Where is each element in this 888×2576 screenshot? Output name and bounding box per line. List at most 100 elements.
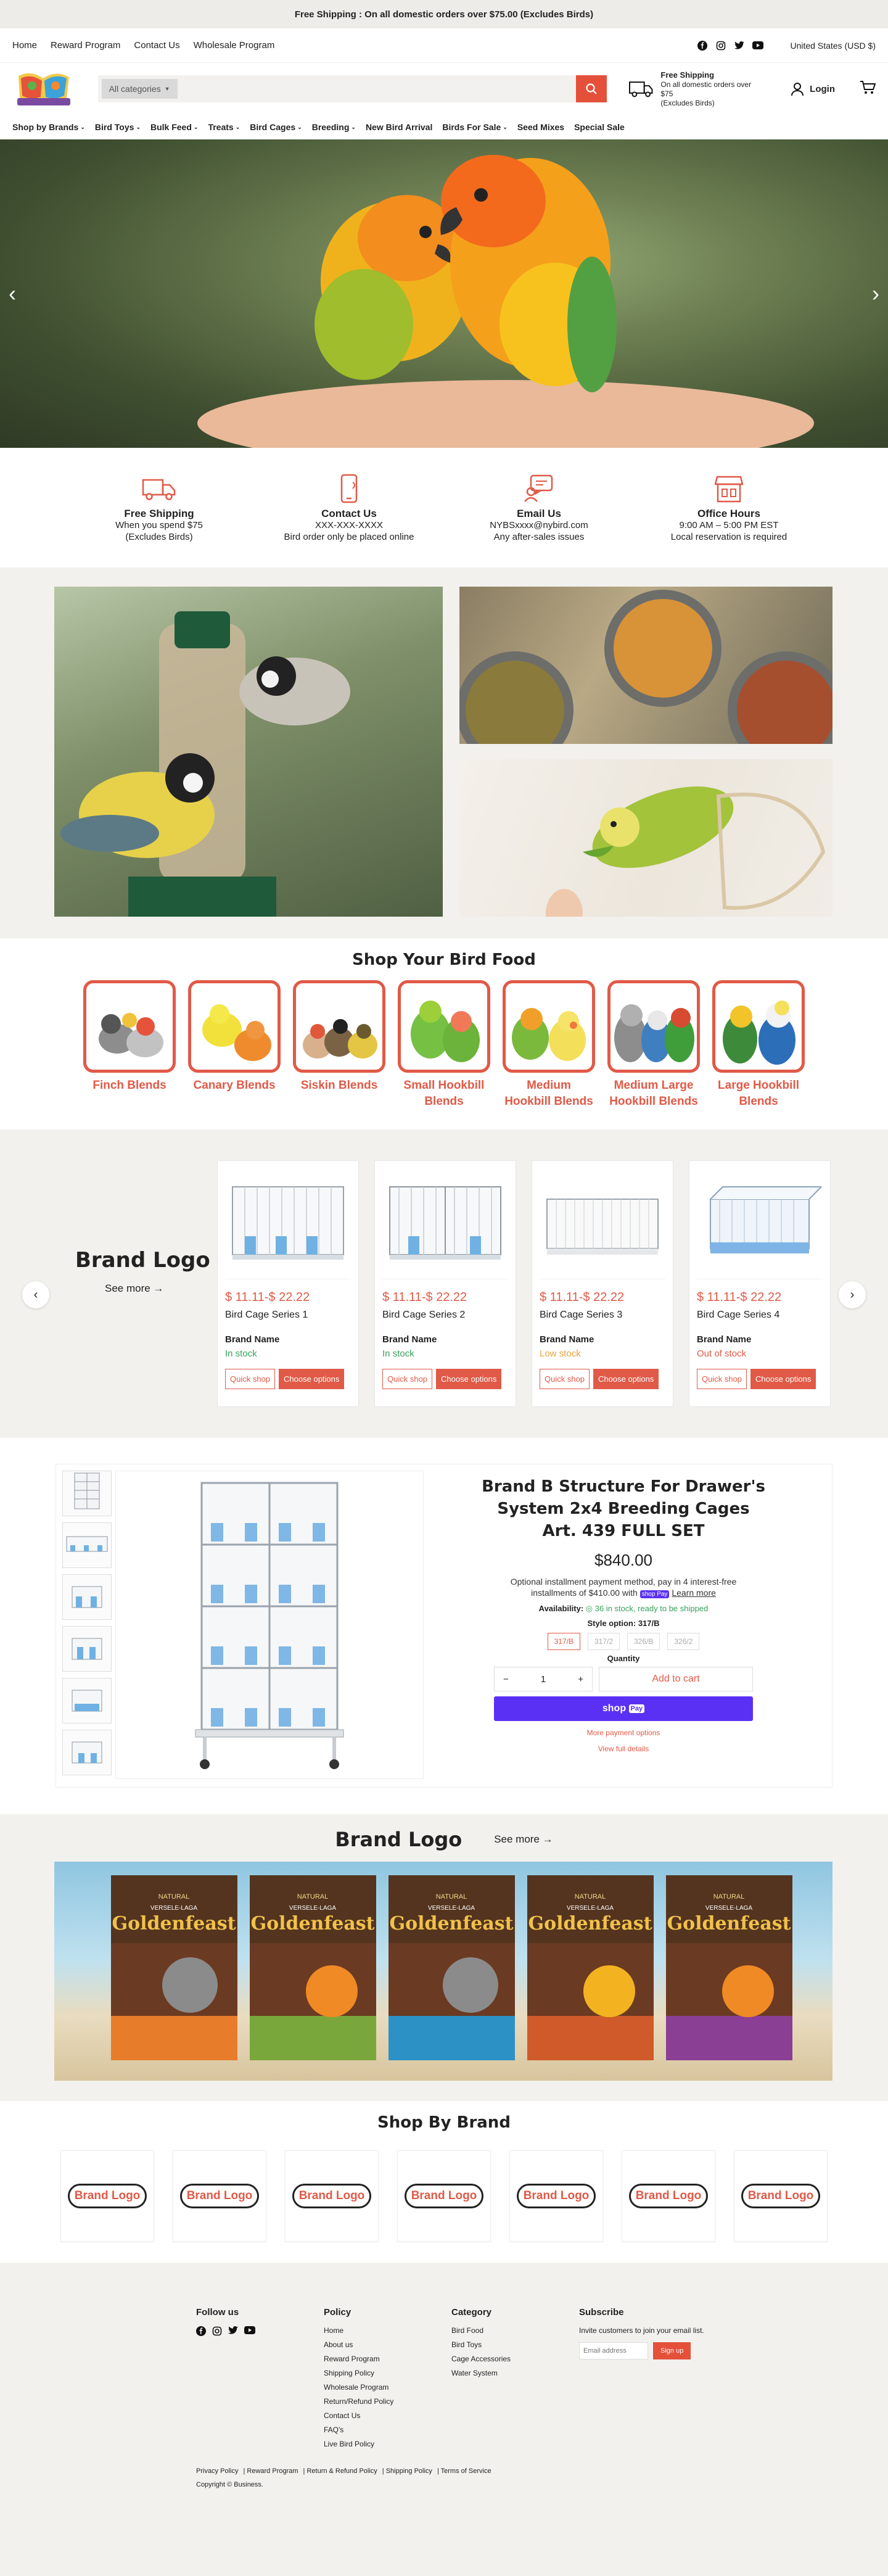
footer-link[interactable]: Bird Toys bbox=[451, 2340, 579, 2349]
topnav-wholesale-link[interactable]: Wholesale Program bbox=[194, 40, 275, 51]
facebook-icon[interactable] bbox=[697, 40, 708, 51]
footer-link[interactable]: FAQ's bbox=[324, 2425, 451, 2434]
catnav-bird-cages[interactable]: Bird Cages ⌄ bbox=[250, 122, 302, 132]
brand-tile[interactable]: Brand Logo bbox=[285, 2150, 379, 2242]
choose-options-button[interactable]: Choose options bbox=[593, 1369, 659, 1389]
collage-budgie-image[interactable] bbox=[459, 759, 832, 917]
product-card[interactable]: $ 11.11-$ 22.22 Bird Cage Series 3 Brand… bbox=[532, 1160, 673, 1407]
youtube-icon[interactable] bbox=[752, 40, 763, 51]
facebook-icon[interactable] bbox=[196, 2326, 206, 2338]
brand-tile[interactable]: Brand Logo bbox=[397, 2150, 491, 2242]
product-thumbnail[interactable] bbox=[62, 1626, 112, 1672]
footer-policy-link[interactable]: Return & Refund Policy bbox=[306, 2467, 377, 2475]
brand-banner-image[interactable]: NATURAL VERSELE-LAGA Goldenfeast NATURAL… bbox=[54, 1862, 832, 2081]
quick-shop-button[interactable]: Quick shop bbox=[225, 1369, 276, 1389]
footer-link[interactable]: Bird Food bbox=[451, 2326, 579, 2335]
style-option[interactable]: 317/2 bbox=[587, 1633, 620, 1650]
food-item-medium-hookbill[interactable]: Medium Hookbill Blends bbox=[503, 980, 595, 1110]
brand-tile[interactable]: Brand Logo bbox=[173, 2150, 266, 2242]
instagram-icon[interactable] bbox=[715, 40, 726, 51]
see-more-link[interactable]: See more → bbox=[494, 1833, 553, 1846]
product-name[interactable]: Bird Cage Series 4 bbox=[697, 1310, 823, 1321]
footer-policy-link[interactable]: Reward Program bbox=[247, 2467, 298, 2475]
product-thumbnail[interactable] bbox=[62, 1522, 112, 1568]
product-card[interactable]: $ 11.11-$ 22.22 Bird Cage Series 4 Brand… bbox=[689, 1160, 831, 1407]
choose-options-button[interactable]: Choose options bbox=[436, 1369, 502, 1389]
twitter-icon[interactable] bbox=[228, 2326, 238, 2338]
view-full-details-link[interactable]: View full details bbox=[482, 1744, 765, 1753]
choose-options-button[interactable]: Choose options bbox=[750, 1369, 816, 1389]
catnav-birds-for-sale[interactable]: Birds For Sale ⌄ bbox=[442, 122, 507, 132]
catnav-bird-toys[interactable]: Bird Toys ⌄ bbox=[95, 122, 141, 132]
hero-prev-arrow[interactable]: ‹ bbox=[9, 281, 16, 307]
cart-button[interactable] bbox=[860, 80, 876, 98]
product-thumbnail[interactable] bbox=[62, 1471, 112, 1516]
youtube-icon[interactable] bbox=[244, 2326, 255, 2338]
currency-selector[interactable]: United States (USD $) bbox=[791, 41, 876, 51]
food-item-medium-large-hookbill[interactable]: Medium Large Hookbill Blends bbox=[607, 980, 700, 1110]
see-more-link[interactable]: See more → bbox=[105, 1282, 210, 1295]
brand-tile[interactable]: Brand Logo bbox=[60, 2150, 154, 2242]
instagram-icon[interactable] bbox=[212, 2326, 222, 2338]
product-name[interactable]: Bird Cage Series 3 bbox=[540, 1310, 665, 1321]
brand-tile[interactable]: Brand Logo bbox=[734, 2150, 828, 2242]
footer-policy-link[interactable]: Privacy Policy bbox=[196, 2467, 238, 2475]
product-thumbnail[interactable] bbox=[62, 1678, 112, 1724]
product-thumbnail[interactable] bbox=[62, 1574, 112, 1620]
style-option[interactable]: 326/B bbox=[627, 1633, 660, 1650]
product-image[interactable] bbox=[697, 1168, 823, 1279]
shop-pay-button[interactable]: shop Pay bbox=[494, 1696, 753, 1721]
footer-link[interactable]: Home bbox=[324, 2326, 451, 2335]
brand-tile[interactable]: Brand Logo bbox=[509, 2150, 603, 2242]
footer-link[interactable]: Reward Program bbox=[324, 2355, 451, 2363]
footer-link[interactable]: Contact Us bbox=[324, 2411, 451, 2420]
minus-icon[interactable]: − bbox=[503, 1674, 509, 1685]
signup-button[interactable]: Sign up bbox=[653, 2342, 691, 2359]
learn-more-link[interactable]: Learn more bbox=[672, 1588, 716, 1598]
topnav-reward-link[interactable]: Reward Program bbox=[51, 40, 120, 51]
catnav-seed-mixes[interactable]: Seed Mixes bbox=[517, 122, 564, 132]
catnav-treats[interactable]: Treats ⌄ bbox=[208, 122, 240, 132]
site-logo[interactable] bbox=[12, 67, 80, 111]
food-item-canary[interactable]: Canary Blends bbox=[188, 980, 281, 1110]
category-select[interactable]: All categories ▼ bbox=[101, 79, 178, 99]
quick-shop-button[interactable]: Quick shop bbox=[697, 1369, 747, 1389]
choose-options-button[interactable]: Choose options bbox=[279, 1369, 345, 1389]
footer-link[interactable]: About us bbox=[324, 2340, 451, 2349]
topnav-home-link[interactable]: Home bbox=[12, 40, 37, 51]
collage-seed-bowls-image[interactable] bbox=[459, 587, 832, 744]
product-main-image[interactable] bbox=[115, 1471, 424, 1779]
carousel-prev-button[interactable]: ‹ bbox=[22, 1281, 49, 1308]
footer-link[interactable]: Return/Refund Policy bbox=[324, 2397, 451, 2406]
product-image[interactable] bbox=[225, 1168, 351, 1279]
quick-shop-button[interactable]: Quick shop bbox=[540, 1369, 590, 1389]
footer-link[interactable]: Water System bbox=[451, 2369, 579, 2377]
catnav-special-sale[interactable]: Special Sale bbox=[574, 122, 625, 132]
add-to-cart-button[interactable]: Add to cart bbox=[599, 1667, 753, 1691]
footer-link[interactable]: Wholesale Program bbox=[324, 2383, 451, 2392]
style-option[interactable]: 326/2 bbox=[667, 1633, 700, 1650]
product-thumbnail[interactable] bbox=[62, 1730, 112, 1775]
collage-feeder-image[interactable] bbox=[54, 587, 443, 917]
twitter-icon[interactable] bbox=[734, 40, 745, 51]
catnav-shop-by-brands[interactable]: Shop by Brands ⌄ bbox=[12, 122, 85, 132]
plus-icon[interactable]: + bbox=[578, 1674, 583, 1685]
food-item-siskin[interactable]: Siskin Blends bbox=[293, 980, 385, 1110]
email-field[interactable] bbox=[579, 2342, 648, 2359]
search-button[interactable] bbox=[575, 75, 607, 102]
food-item-small-hookbill[interactable]: Small Hookbill Blends bbox=[398, 980, 490, 1110]
search-input[interactable] bbox=[177, 75, 576, 102]
brand-tile[interactable]: Brand Logo bbox=[622, 2150, 715, 2242]
topnav-contact-link[interactable]: Contact Us bbox=[134, 40, 179, 51]
food-item-large-hookbill[interactable]: Large Hookbill Blends bbox=[712, 980, 805, 1110]
catnav-new-bird-arrival[interactable]: New Bird Arrival bbox=[366, 122, 432, 132]
product-card[interactable]: $ 11.11-$ 22.22 Bird Cage Series 1 Brand… bbox=[217, 1160, 359, 1407]
carousel-next-button[interactable]: › bbox=[839, 1281, 866, 1308]
catnav-breeding[interactable]: Breeding ⌄ bbox=[312, 122, 356, 132]
quick-shop-button[interactable]: Quick shop bbox=[382, 1369, 433, 1389]
login-link[interactable]: Login bbox=[790, 81, 835, 96]
product-name[interactable]: Bird Cage Series 1 bbox=[225, 1310, 351, 1321]
hero-next-arrow[interactable]: › bbox=[872, 281, 879, 307]
product-card[interactable]: $ 11.11-$ 22.22 Bird Cage Series 2 Brand… bbox=[374, 1160, 516, 1407]
more-payment-link[interactable]: More payment options bbox=[482, 1728, 765, 1737]
